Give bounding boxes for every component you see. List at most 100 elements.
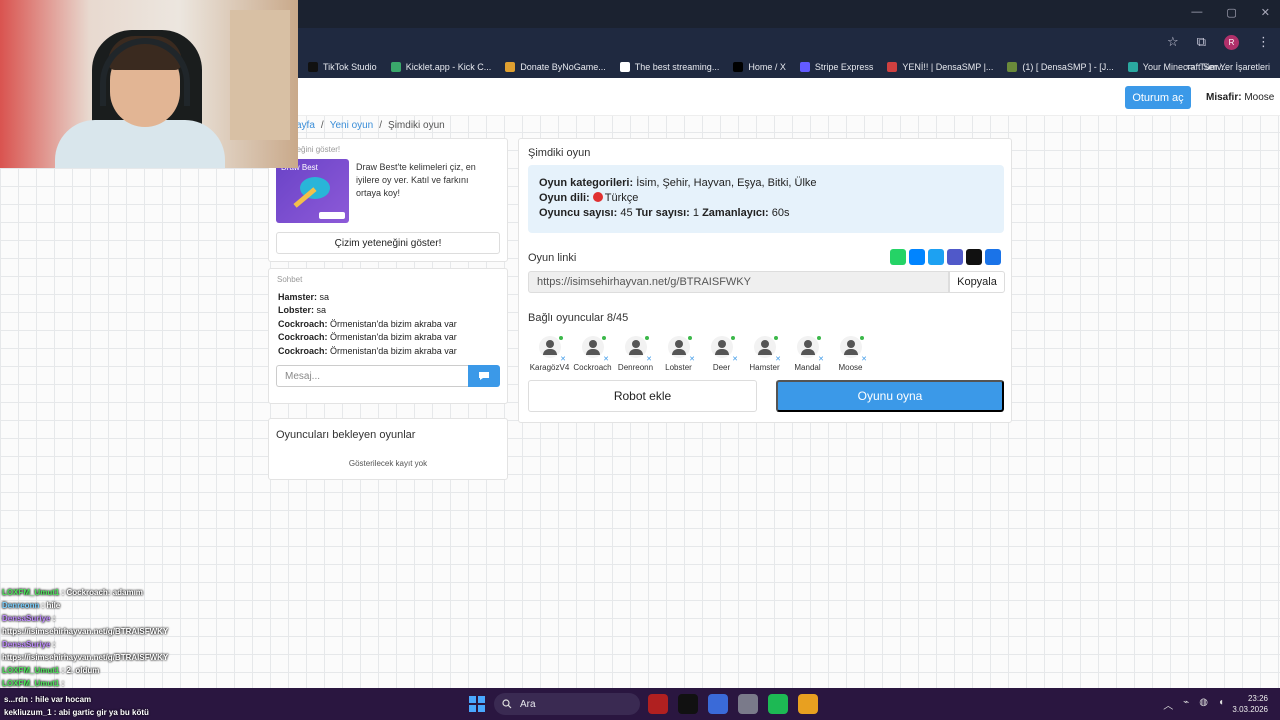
play-game-button[interactable]: Oyunu oyna xyxy=(776,380,1004,412)
profile-avatar[interactable]: R xyxy=(1224,34,1239,50)
player-item[interactable]: ✕ Cockroach xyxy=(571,336,614,372)
maximize-icon[interactable]: ▢ xyxy=(1226,6,1236,19)
waiting-games-card: Oyuncuları bekleyen oyunlar Gösterilecek… xyxy=(268,418,508,480)
player-item[interactable]: ✕ Hamster xyxy=(743,336,786,372)
chat-username: Hamster: xyxy=(278,292,318,302)
whatsapp-icon[interactable] xyxy=(890,249,906,265)
star-icon[interactable]: ☆ xyxy=(1167,34,1179,50)
bookmark-item[interactable]: TikTok Studio xyxy=(308,62,377,72)
chat-messages: Hamster: sa Lobster: sa Cockroach: Örmenis… xyxy=(278,291,457,358)
spotify-app-icon[interactable] xyxy=(768,694,788,714)
bookmark-label: Donate ByNoGame... xyxy=(520,62,606,72)
kick-player-icon[interactable]: ✕ xyxy=(560,355,566,363)
chat-username: Cockroach: xyxy=(278,345,328,356)
stream-chat-text: : xyxy=(59,679,65,688)
extensions-icon[interactable]: ⧉ xyxy=(1197,34,1206,50)
login-button[interactable]: Oturum aç xyxy=(1125,86,1191,109)
stream-chat-user: LOXFM_Umut1 xyxy=(2,666,60,675)
stream-chat-user: DensaSuriye xyxy=(2,640,51,649)
user-icon xyxy=(839,336,862,358)
stream-chat-user: LOXFM_Umut1 xyxy=(2,679,60,688)
player-item[interactable]: ✕ Deer xyxy=(700,336,743,372)
bookmark-item[interactable]: (1) [ DensaSMP ] - [J... xyxy=(1007,62,1114,72)
stream-chat-message: kekliuzum_1 : abi gartic gir ya bu kötü xyxy=(4,706,149,719)
online-status-dot xyxy=(602,336,606,340)
breadcrumb-new-game[interactable]: Yeni oyun xyxy=(330,120,374,131)
snapchat-icon[interactable] xyxy=(966,249,982,265)
bookmark-item[interactable]: Home / X xyxy=(733,62,786,72)
search-icon xyxy=(502,699,512,709)
player-item[interactable]: ✕ KaragözV4 xyxy=(528,336,571,372)
chat-text: Örmenistan'da bizim akraba var xyxy=(327,318,457,329)
stream-app-icon[interactable] xyxy=(708,694,728,714)
chat-message-input[interactable] xyxy=(276,365,468,387)
menu-icon[interactable]: ⋮ xyxy=(1257,34,1270,50)
volume-icon[interactable]: ◖ xyxy=(1218,697,1224,712)
windows-start-icon[interactable] xyxy=(469,696,485,712)
bookmark-item[interactable]: YENİ!! | DensaSMP |... xyxy=(887,62,993,72)
kick-player-icon[interactable]: ✕ xyxy=(732,355,738,363)
draw-best-image[interactable]: Draw Best xyxy=(276,159,349,223)
game-link-field[interactable]: https://isimsehirhayvan.net/g/BTRAISFWKY xyxy=(528,271,949,293)
send-message-button[interactable] xyxy=(468,365,500,387)
microphone-icon[interactable]: ◍ xyxy=(1199,697,1208,712)
teams-icon[interactable] xyxy=(947,249,963,265)
taskbar-search[interactable]: Ara xyxy=(494,693,640,715)
add-robot-button[interactable]: Robot ekle xyxy=(528,380,757,412)
twitter-icon[interactable] xyxy=(928,249,944,265)
obs-app-icon[interactable] xyxy=(648,694,668,714)
game-link-label: Oyun linki xyxy=(528,252,577,264)
chevron-up-icon[interactable]: ︿ xyxy=(1163,697,1173,712)
kick-player-icon[interactable]: ✕ xyxy=(646,355,652,363)
player-item[interactable]: ✕ Moose xyxy=(829,336,872,372)
bookmark-item[interactable]: Stripe Express xyxy=(799,62,873,72)
bookmark-favicon-icon xyxy=(308,62,318,72)
breadcrumb-home[interactable]: ayfa xyxy=(296,120,315,131)
chat-username: Lobster: xyxy=(278,305,314,316)
bookmark-item[interactable]: The best streaming... xyxy=(619,62,719,72)
player-item[interactable]: ✕ Lobster xyxy=(657,336,700,372)
kick-player-icon[interactable]: ✕ xyxy=(689,355,695,363)
taskbar-clock[interactable]: 23:26 3.03.2026 xyxy=(1232,693,1268,715)
player-name: Hamster xyxy=(749,363,780,372)
bookmark-label: YENİ!! | DensaSMP |... xyxy=(902,62,994,72)
player-name: Denreonn xyxy=(617,363,654,372)
player-name: Mandal xyxy=(794,363,821,372)
kick-player-icon[interactable]: ✕ xyxy=(861,355,867,363)
chat-username: Cockroach: xyxy=(278,332,328,343)
player-item[interactable]: ✕ Mandal xyxy=(786,336,829,372)
stream-chat-user: s...rdn xyxy=(4,695,29,704)
window-controls: — ▢ ✕ xyxy=(1191,6,1270,19)
bookmark-favicon-icon xyxy=(619,62,630,72)
chat-text: sa xyxy=(317,292,330,302)
network-icon[interactable]: ⌁ xyxy=(1183,697,1189,712)
user-icon xyxy=(796,336,819,358)
bookmark-item[interactable]: Kicklet.app - Kick C... xyxy=(390,62,492,72)
player-name: Lobster xyxy=(665,363,692,372)
stream-chat-message: Denreonn : hile xyxy=(2,599,302,612)
player-item[interactable]: ✕ Denreonn xyxy=(614,336,657,372)
all-bookmarks-button[interactable]: ▭ Tüm Yer İşaretleri xyxy=(1186,61,1270,72)
game-language: Oyun dili: Türkçe xyxy=(539,192,639,204)
online-status-dot xyxy=(559,336,563,340)
waiting-games-empty: Gösterilecek kayıt yok xyxy=(348,459,428,468)
chrome-app-icon[interactable] xyxy=(798,694,818,714)
copy-link-button[interactable]: Kopyala xyxy=(949,271,1005,293)
share-plus-icon[interactable] xyxy=(985,249,1001,265)
stream-chat-user: LOXFM_Umut1 xyxy=(2,588,60,597)
bookmark-item[interactable]: Donate ByNoGame... xyxy=(505,62,606,72)
stream-chat-message: DensaSuriye : xyxy=(2,612,302,625)
close-icon[interactable]: ✕ xyxy=(1261,6,1270,19)
draw-skill-button[interactable]: Çizim yeteneğini göster! xyxy=(276,232,500,254)
chat-message: Cockroach: Örmenistan'da bizim akraba va… xyxy=(278,331,457,344)
kick-player-icon[interactable]: ✕ xyxy=(603,355,609,363)
messenger-icon[interactable] xyxy=(909,249,925,265)
bookmark-label: Kicklet.app - Kick C... xyxy=(405,62,492,72)
kick-player-icon[interactable]: ✕ xyxy=(775,355,781,363)
bookmark-favicon-icon xyxy=(733,62,744,72)
kick-player-icon[interactable]: ✕ xyxy=(818,355,824,363)
minimize-icon[interactable]: — xyxy=(1191,6,1202,19)
capcut-app-icon[interactable] xyxy=(678,694,698,714)
game-categories: Oyun kategorileri: İsim, Şehir, Hayvan, … xyxy=(539,177,817,189)
settings-app-icon[interactable] xyxy=(738,694,758,714)
